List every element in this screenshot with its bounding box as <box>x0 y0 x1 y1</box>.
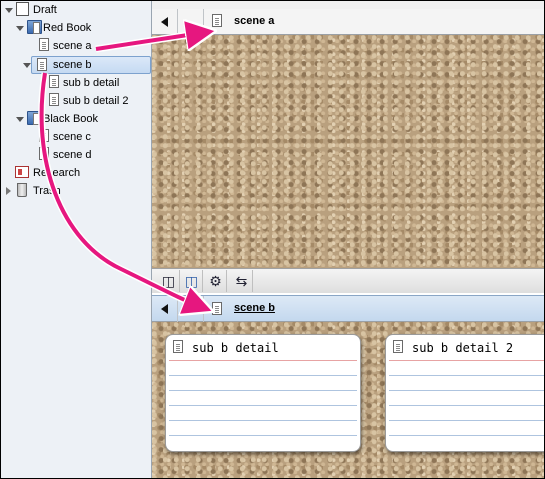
settings-button[interactable]: ⚙ <box>205 270 227 292</box>
back-arrow-icon <box>161 304 168 314</box>
binder-item-label: scene a <box>53 40 92 52</box>
bottom-editor-header: scene b <box>152 295 544 322</box>
add-child-card-button[interactable]: ◫ <box>181 270 203 292</box>
binder-item-sub-b-detail-2[interactable]: sub b detail 2 <box>1 92 151 110</box>
card-line <box>389 375 544 376</box>
binder-sidebar: Draft Red Book scene a scene b sub b det… <box>1 1 152 478</box>
card-line <box>389 435 544 436</box>
card-line <box>169 390 357 391</box>
folder-icon <box>27 20 42 34</box>
disclosure-triangle-icon[interactable] <box>16 117 24 122</box>
back-arrow-icon <box>161 17 168 27</box>
binder-item-sub-b-detail[interactable]: sub b detail <box>1 74 151 92</box>
binder-item-label: scene d <box>53 149 92 161</box>
document-icon <box>49 75 59 88</box>
binder-item-label: Draft <box>33 4 57 16</box>
disclosure-triangle-icon[interactable] <box>6 187 11 195</box>
binder-item-label: sub b detail <box>63 77 120 89</box>
card-line <box>389 420 544 421</box>
document-icon <box>212 302 222 315</box>
binder-item-scene-a[interactable]: scene a <box>1 37 151 55</box>
binder-item-label: Black Book <box>43 113 99 125</box>
binder-item-label: Red Book <box>43 22 92 34</box>
card-line <box>389 405 544 406</box>
card-title: sub b detail <box>192 341 279 355</box>
draft-icon <box>16 2 29 16</box>
index-card[interactable]: sub b detail <box>165 334 361 452</box>
back-button[interactable] <box>152 9 178 34</box>
card-divider <box>169 360 357 361</box>
disclosure-triangle-icon[interactable] <box>23 63 31 68</box>
document-icon <box>39 38 49 51</box>
binder-item-scene-b[interactable]: scene b <box>31 56 151 74</box>
forward-button[interactable] <box>178 296 204 322</box>
binder-item-label: Research <box>33 167 81 179</box>
corkboard-footer: ◫ ◫ ⚙ ⇆ <box>152 268 544 293</box>
card-divider <box>389 360 544 361</box>
binder-item-scene-d[interactable]: scene d <box>1 146 151 164</box>
app-window: Draft Red Book scene a scene b sub b det… <box>0 0 545 479</box>
top-editor-title: scene a <box>234 15 275 27</box>
back-button[interactable] <box>152 296 178 322</box>
add-child-card-icon: ◫ <box>184 273 199 289</box>
add-card-button[interactable]: ◫ <box>158 270 180 292</box>
top-editor-header: scene a <box>152 9 544 35</box>
document-icon <box>39 147 49 160</box>
document-icon <box>39 129 49 142</box>
card-line <box>389 390 544 391</box>
bottom-editor-title: scene b <box>234 302 275 314</box>
add-card-icon: ◫ <box>161 273 176 289</box>
folder-icon <box>27 111 42 125</box>
swap-arrows-icon: ⇆ <box>235 273 248 289</box>
trash-icon <box>17 183 27 197</box>
binder-item-black-book[interactable]: Black Book <box>1 110 151 128</box>
gear-icon: ⚙ <box>209 273 222 289</box>
card-line <box>169 375 357 376</box>
binder-item-trash[interactable]: Trash <box>1 182 151 200</box>
binder-item-red-book[interactable]: Red Book <box>1 19 151 37</box>
document-icon <box>393 340 403 353</box>
binder-item-label: scene c <box>53 131 91 143</box>
swap-button[interactable]: ⇆ <box>231 270 253 292</box>
document-icon <box>212 14 222 27</box>
binder-item-scene-c[interactable]: scene c <box>1 128 151 146</box>
forward-button[interactable] <box>178 9 204 34</box>
disclosure-triangle-icon[interactable] <box>5 8 13 13</box>
disclosure-triangle-icon[interactable] <box>16 26 24 31</box>
binder-item-label: sub b detail 2 <box>63 95 129 107</box>
research-icon <box>15 166 29 178</box>
document-stack-icon <box>37 58 47 71</box>
document-icon <box>173 340 183 353</box>
binder-item-draft[interactable]: Draft <box>1 1 151 19</box>
card-line <box>169 420 357 421</box>
document-icon <box>49 93 59 106</box>
card-line <box>169 435 357 436</box>
binder-item-label: scene b <box>53 59 92 71</box>
top-corkboard[interactable] <box>152 35 544 268</box>
card-line <box>169 405 357 406</box>
card-title: sub b detail 2 <box>412 341 514 355</box>
binder-item-label: Trash <box>33 185 61 197</box>
binder-item-research[interactable]: Research <box>1 164 151 182</box>
index-card[interactable]: sub b detail 2 <box>385 334 544 452</box>
